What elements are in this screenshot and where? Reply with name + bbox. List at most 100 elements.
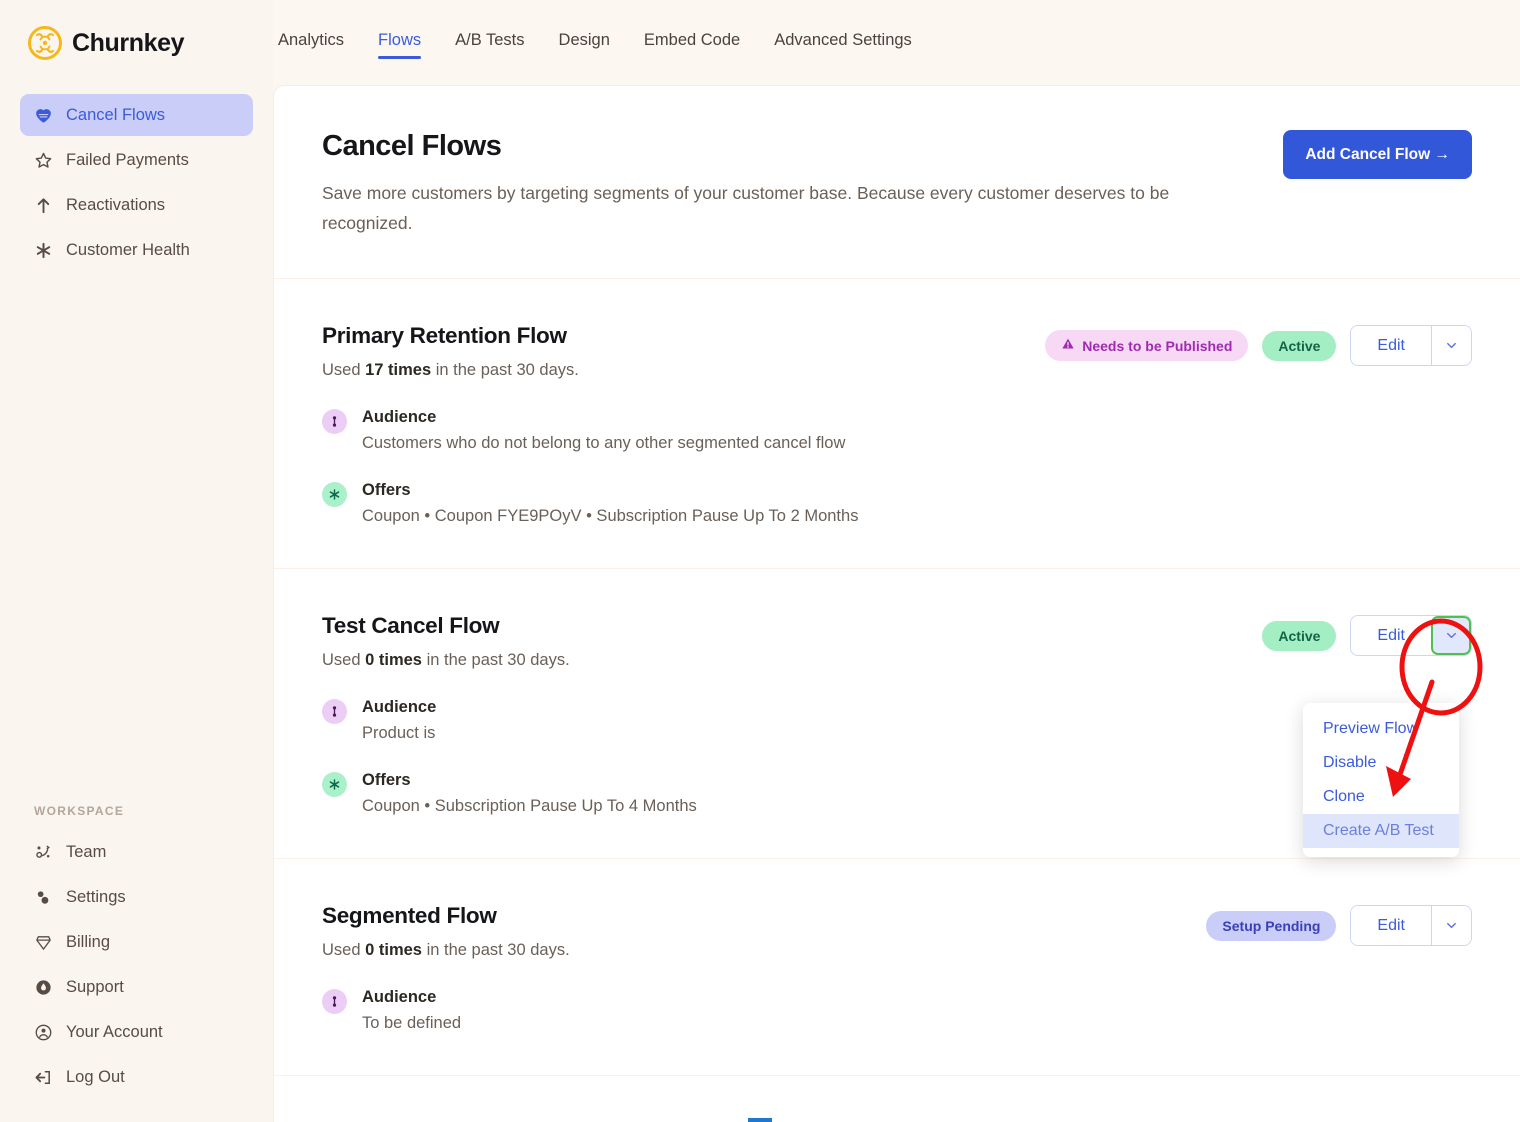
primary-nav: Cancel Flows Failed Payments Reactivatio…	[0, 94, 273, 274]
sidebar: Churnkey Cancel Flows Failed Payments Re…	[0, 0, 273, 1122]
asterisk-icon	[34, 241, 53, 260]
usage-suffix: in the past 30 days.	[431, 361, 579, 379]
tab-ab-tests[interactable]: A/B Tests	[455, 31, 524, 55]
usage-count: 0 times	[365, 651, 422, 669]
flow-title-block: Segmented Flow Used 0 times in the past …	[322, 903, 570, 960]
flow-usage: Used 0 times in the past 30 days.	[322, 941, 570, 960]
status-badge-active: Active	[1262, 621, 1336, 651]
audience-label: Audience	[362, 408, 845, 427]
edit-button[interactable]: Edit	[1351, 616, 1431, 655]
churnkey-logo-icon	[28, 26, 62, 60]
audience-block: Audience Customers who do not belong to …	[322, 408, 1472, 453]
chevron-down-icon[interactable]	[1431, 906, 1471, 945]
status-badge-label: Needs to be Published	[1082, 338, 1232, 354]
sidebar-item-label: Team	[66, 843, 106, 862]
sidebar-item-log-out[interactable]: Log Out	[20, 1055, 253, 1100]
sidebar-item-label: Your Account	[66, 1023, 163, 1042]
edit-split-button: Edit	[1350, 905, 1472, 946]
top-nav: Analytics Flows A/B Tests Design Embed C…	[273, 0, 1520, 85]
audience-text: Audience Customers who do not belong to …	[362, 408, 845, 453]
menu-item-clone[interactable]: Clone	[1303, 780, 1459, 814]
sidebar-item-cancel-flows[interactable]: Cancel Flows	[20, 94, 253, 136]
offers-value: Coupon • Subscription Pause Up To 4 Mont…	[362, 797, 697, 816]
sidebar-item-label: Settings	[66, 888, 126, 907]
flow-card-primary-retention-flow: Primary Retention Flow Used 17 times in …	[274, 279, 1520, 569]
audience-label: Audience	[362, 988, 461, 1007]
tab-analytics[interactable]: Analytics	[278, 31, 344, 55]
main-area: Analytics Flows A/B Tests Design Embed C…	[273, 0, 1520, 1122]
audience-text: Audience Product is	[362, 698, 436, 743]
offers-text: Offers Coupon • Coupon FYE9POyV • Subscr…	[362, 481, 858, 526]
audience-block: Audience To be defined	[322, 988, 1472, 1033]
lifebuoy-icon	[34, 978, 53, 997]
sidebar-item-reactivations[interactable]: Reactivations	[20, 184, 253, 226]
offers-text: Offers Coupon • Subscription Pause Up To…	[362, 771, 697, 816]
flow-actions: Setup Pending Edit	[1206, 903, 1472, 946]
brand-name: Churnkey	[72, 29, 184, 58]
menu-item-create-ab-test[interactable]: Create A/B Test	[1303, 814, 1459, 848]
workspace-label: WORKSPACE	[20, 804, 253, 818]
usage-suffix: in the past 30 days.	[422, 941, 570, 959]
menu-item-disable[interactable]: Disable	[1303, 746, 1459, 780]
workspace-section: WORKSPACE Team Settings Billing	[0, 804, 273, 1122]
flow-title-block: Primary Retention Flow Used 17 times in …	[322, 323, 579, 380]
offers-value: Coupon • Coupon FYE9POyV • Subscription …	[362, 507, 858, 526]
edit-split-button: Edit	[1350, 325, 1472, 366]
status-badge-setup-pending: Setup Pending	[1206, 911, 1336, 941]
audience-value: Customers who do not belong to any other…	[362, 434, 845, 453]
offers-icon	[322, 772, 347, 797]
sidebar-item-label: Reactivations	[66, 196, 165, 215]
app-root: Churnkey Cancel Flows Failed Payments Re…	[0, 0, 1520, 1122]
edit-button[interactable]: Edit	[1351, 326, 1431, 365]
flow-actions: Needs to be Published Active Edit	[1045, 323, 1472, 366]
tab-flows[interactable]: Flows	[378, 31, 421, 55]
flow-usage: Used 17 times in the past 30 days.	[322, 361, 579, 380]
usage-prefix: Used	[322, 941, 365, 959]
audience-label: Audience	[362, 698, 436, 717]
sidebar-item-label: Failed Payments	[66, 151, 189, 170]
sidebar-item-billing[interactable]: Billing	[20, 920, 253, 965]
audience-text: Audience To be defined	[362, 988, 461, 1033]
audience-icon	[322, 699, 347, 724]
usage-count: 0 times	[365, 941, 422, 959]
sidebar-item-failed-payments[interactable]: Failed Payments	[20, 139, 253, 181]
sidebar-item-label: Support	[66, 978, 124, 997]
sidebar-item-label: Log Out	[66, 1068, 125, 1087]
tab-design[interactable]: Design	[559, 31, 610, 55]
sidebar-item-your-account[interactable]: Your Account	[20, 1010, 253, 1055]
bottom-edge-indicator	[748, 1118, 772, 1122]
flow-title: Segmented Flow	[322, 903, 570, 929]
audience-block: Audience Product is	[322, 698, 1472, 743]
tab-advanced-settings[interactable]: Advanced Settings	[774, 31, 912, 55]
page-header-text: Cancel Flows Save more customers by targ…	[322, 130, 1212, 238]
flow-actions-dropdown-menu[interactable]: Preview Flow Disable Clone Create A/B Te…	[1303, 703, 1459, 857]
settings-icon	[34, 888, 53, 907]
flow-actions: Active Edit	[1262, 613, 1472, 656]
chevron-down-icon[interactable]	[1431, 326, 1471, 365]
sidebar-item-label: Billing	[66, 933, 110, 952]
flow-header: Primary Retention Flow Used 17 times in …	[322, 323, 1472, 380]
page-title: Cancel Flows	[322, 130, 1212, 163]
logout-icon	[34, 1068, 53, 1087]
menu-item-preview-flow[interactable]: Preview Flow	[1303, 712, 1459, 746]
sidebar-item-customer-health[interactable]: Customer Health	[20, 229, 253, 271]
sidebar-item-settings[interactable]: Settings	[20, 875, 253, 920]
chevron-down-icon[interactable]	[1431, 616, 1471, 655]
sidebar-item-label: Cancel Flows	[66, 106, 165, 125]
audience-value: To be defined	[362, 1014, 461, 1033]
brand[interactable]: Churnkey	[0, 0, 273, 66]
diamond-icon	[34, 933, 53, 952]
usage-count: 17 times	[365, 361, 431, 379]
content-card: Cancel Flows Save more customers by targ…	[273, 85, 1520, 1122]
audience-icon	[322, 989, 347, 1014]
flow-title: Primary Retention Flow	[322, 323, 579, 349]
edit-button[interactable]: Edit	[1351, 906, 1431, 945]
usage-prefix: Used	[322, 651, 365, 669]
tab-embed-code[interactable]: Embed Code	[644, 31, 740, 55]
edit-split-button: Edit	[1350, 615, 1472, 656]
flow-header: Segmented Flow Used 0 times in the past …	[322, 903, 1472, 960]
sidebar-item-support[interactable]: Support	[20, 965, 253, 1010]
sidebar-item-team[interactable]: Team	[20, 830, 253, 875]
flow-header: Test Cancel Flow Used 0 times in the pas…	[322, 613, 1472, 670]
add-cancel-flow-button[interactable]: Add Cancel Flow →	[1283, 130, 1472, 179]
